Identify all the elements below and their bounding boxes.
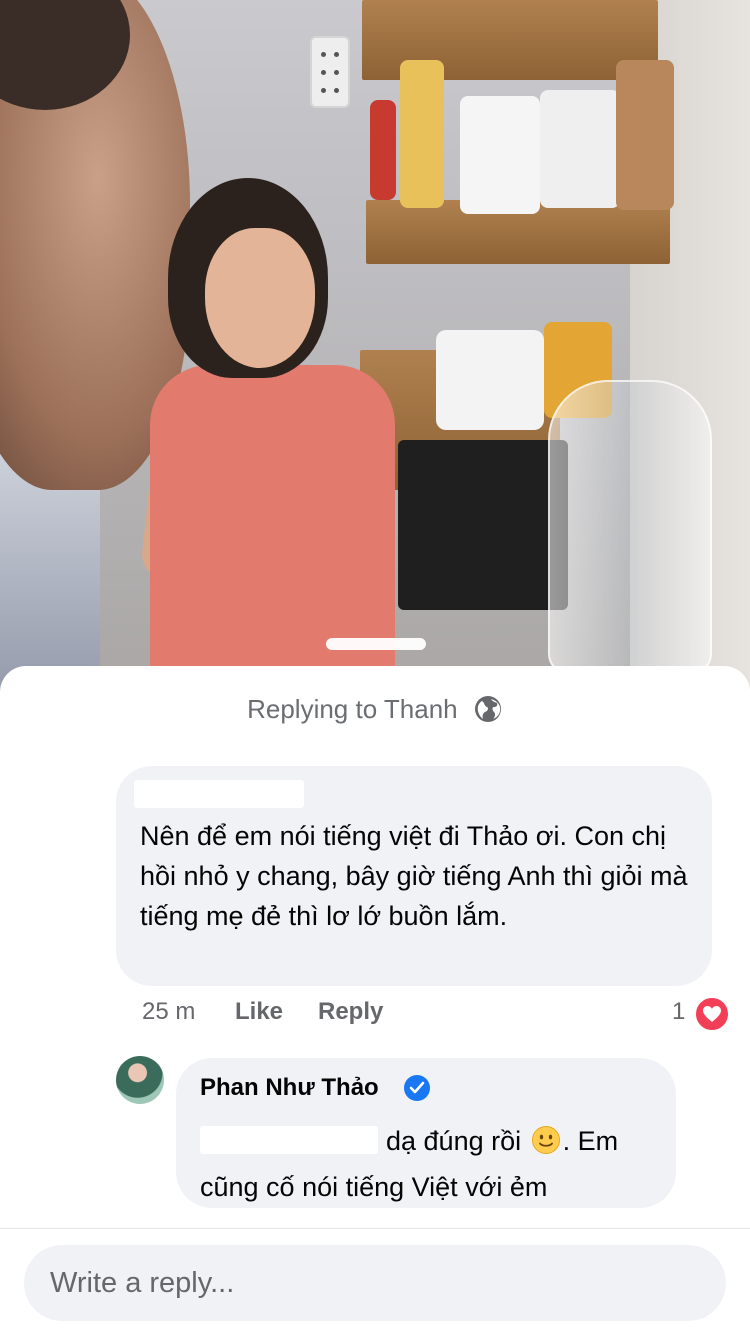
reply-button[interactable]: Reply [318, 998, 383, 1026]
photo-juicer [436, 330, 544, 430]
avatar[interactable] [116, 1056, 164, 1104]
reply-text-part1: dạ đúng rồi [386, 1126, 522, 1156]
like-button[interactable]: Like [235, 998, 283, 1026]
photo-microwave [398, 440, 568, 610]
photo-child-face [205, 228, 315, 368]
heart-icon[interactable] [694, 996, 730, 1032]
redacted-author-name [134, 780, 304, 808]
reply-input[interactable] [24, 1245, 726, 1321]
replying-header: Replying to Thanh [0, 694, 750, 724]
comment-text: Nên để em nói tiếng việt đi Thảo ơi. Con… [140, 821, 688, 931]
reply-composer [0, 1228, 750, 1335]
photo-water-dispenser [548, 380, 712, 674]
verified-icon [404, 1075, 430, 1101]
photo-bottle [370, 100, 396, 200]
reply-bubble[interactable]: Phan Như Thảo dạ đúng rồi . Em cũng cố n… [176, 1058, 676, 1208]
sheet-drag-handle[interactable] [326, 638, 426, 650]
background-photo [0, 0, 750, 700]
reaction-count[interactable]: 1 [672, 998, 685, 1026]
comment-timestamp: 25 m [142, 998, 196, 1025]
photo-jar [540, 90, 620, 208]
reply-author-name[interactable]: Phan Như Thảo [200, 1074, 379, 1102]
photo-jar [460, 96, 540, 214]
replying-label: Replying to Thanh [247, 694, 458, 724]
photo-jar [616, 60, 674, 210]
reply-text: dạ đúng rồi . Em cũng cố nói tiếng Việt … [200, 1118, 660, 1210]
slightly-smiling-face-icon [531, 1123, 561, 1154]
wall-socket [312, 38, 348, 106]
globe-icon [473, 694, 503, 724]
comment-actions: 25 m Like Reply 1 [0, 996, 750, 1034]
comment-bubble[interactable]: Nên để em nói tiếng việt đi Thảo ơi. Con… [116, 766, 712, 986]
photo-canister [400, 60, 444, 208]
